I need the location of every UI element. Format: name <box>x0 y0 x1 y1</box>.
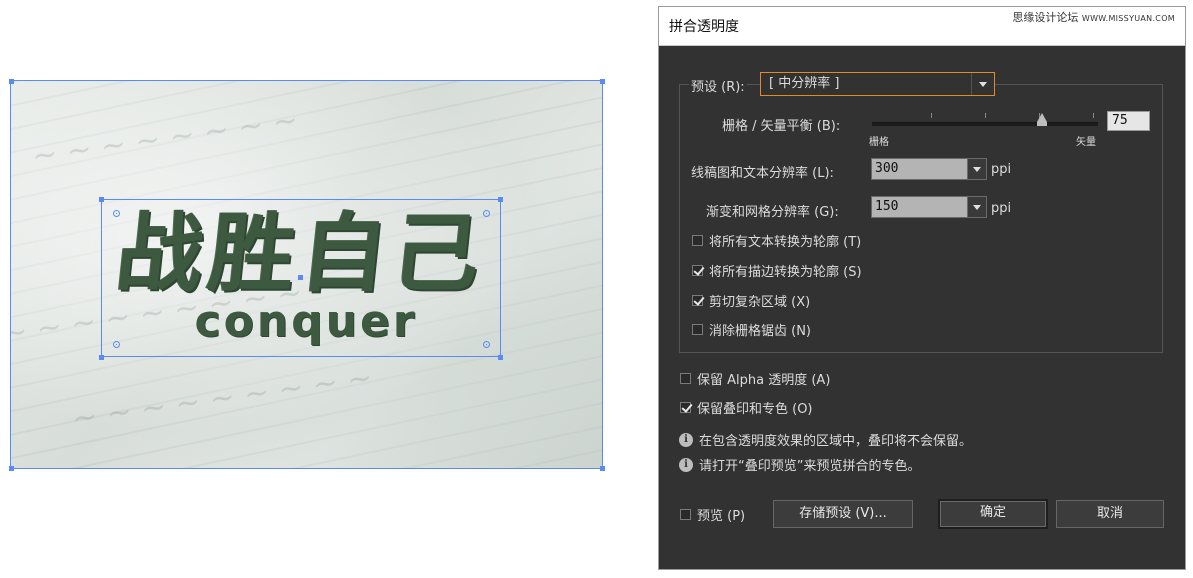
corner-widget-icon[interactable] <box>483 341 490 348</box>
corner-widget-icon[interactable] <box>483 210 490 217</box>
artboard-handle[interactable] <box>9 79 14 84</box>
preset-label: 预设 (R): <box>689 76 747 95</box>
selection-handle[interactable] <box>498 197 503 202</box>
artboard-handle[interactable] <box>600 466 605 471</box>
preset-value: [ 中分辨率 ] <box>769 76 840 91</box>
slider-tick <box>931 113 932 118</box>
preview-toggle[interactable]: 预览 (P) <box>680 505 746 524</box>
option-convert-strokes-outlines[interactable]: 将所有描边转换为轮廓 (S) <box>692 261 862 280</box>
info-row: i 请打开“叠印预览”来预览拼合的专色。 <box>679 455 920 474</box>
checkbox[interactable] <box>692 234 703 246</box>
save-preset-button[interactable]: 存储预设 (V)... <box>773 500 913 528</box>
line-art-res-label: 线稿图和文本分辨率 (L): <box>691 166 834 181</box>
checkbox[interactable] <box>692 294 703 306</box>
chevron-down-icon <box>979 82 987 87</box>
artboard-handle[interactable] <box>600 79 605 84</box>
watermark-en: WWW.MISSYUAN.COM <box>1081 14 1175 23</box>
line-art-res-unit: ppi <box>991 162 1012 177</box>
line-art-res-value: 300 <box>875 161 899 176</box>
ok-button[interactable]: 确定 <box>938 499 1048 529</box>
info-icon: i <box>679 457 693 472</box>
preset-dropdown[interactable] <box>971 73 994 95</box>
checkbox-label: 将所有描边转换为轮廓 (S) <box>709 264 862 280</box>
selection-handle[interactable] <box>99 355 104 360</box>
gradient-res-label: 渐变和网格分辨率 (G): <box>706 205 839 220</box>
corner-widget-icon[interactable] <box>113 341 120 348</box>
option-convert-text-outlines[interactable]: 将所有文本转换为轮廓 (T) <box>692 231 862 250</box>
checkbox[interactable] <box>692 323 703 335</box>
checkbox-label: 消除栅格锯齿 (N) <box>709 323 812 339</box>
info-text: 请打开“叠印预览”来预览拼合的专色。 <box>699 459 921 474</box>
balance-slider-handle-base[interactable] <box>1036 122 1047 126</box>
option-preserve-overprint[interactable]: 保留叠印和专色 (O) <box>680 398 813 417</box>
selection-center-point[interactable] <box>298 275 303 280</box>
watermark: 思缘设计论坛 WWW.MISSYUAN.COM <box>1012 9 1175 25</box>
slider-tick <box>985 113 986 118</box>
option-antialias-rasters[interactable]: 消除栅格锯齿 (N) <box>692 320 812 339</box>
balance-label: 栅格 / 矢量平衡 (B): <box>722 119 841 134</box>
checkbox[interactable] <box>680 508 691 520</box>
gradient-res-combo[interactable]: 150 <box>871 196 987 218</box>
selection-handle[interactable] <box>498 355 503 360</box>
checkbox[interactable] <box>692 264 703 276</box>
chevron-down-icon <box>973 205 981 210</box>
info-icon: i <box>679 432 693 447</box>
chevron-down-icon <box>973 167 981 172</box>
checkbox-label: 将所有文本转换为轮廓 (T) <box>709 234 862 250</box>
balance-value-input[interactable]: 75 <box>1107 111 1150 131</box>
gradient-res-dropdown[interactable] <box>967 196 987 218</box>
info-text: 在包含透明度效果的区域中，叠印将不会保留。 <box>699 434 973 449</box>
background-texture-text: ~ ~ ~ ~ ~ ~ ~ ~ <box>29 102 300 175</box>
checkbox-label: 预览 (P) <box>697 508 746 524</box>
cancel-button[interactable]: 取消 <box>1056 500 1164 528</box>
balance-slider-handle[interactable] <box>1036 113 1047 122</box>
watermark-cn: 思缘设计论坛 <box>1012 11 1079 24</box>
balance-left-label: 栅格 <box>869 137 889 148</box>
checkbox[interactable] <box>680 401 691 413</box>
line-art-res-dropdown[interactable] <box>967 158 987 180</box>
slider-tick <box>1093 113 1094 118</box>
checkbox-label: 保留 Alpha 透明度 (A) <box>697 372 831 388</box>
line-art-res-combo[interactable]: 300 <box>871 158 987 180</box>
checkbox-label: 保留叠印和专色 (O) <box>697 401 813 417</box>
corner-widget-icon[interactable] <box>113 210 120 217</box>
gradient-res-value: 150 <box>875 199 899 214</box>
gradient-res-unit: ppi <box>991 201 1012 216</box>
flatten-transparency-dialog: 拼合透明度 思缘设计论坛 WWW.MISSYUAN.COM 预设 (R): [ … <box>659 7 1185 569</box>
info-row: i 在包含透明度效果的区域中，叠印将不会保留。 <box>679 430 972 449</box>
balance-slider[interactable] <box>872 122 1098 126</box>
option-clip-complex-regions[interactable]: 剪切复杂区域 (X) <box>692 291 811 310</box>
background-texture-text: ~ ~ ~ ~ ~ ~ ~ ~ ~ <box>70 360 375 437</box>
dialog-title: 拼合透明度 <box>669 19 739 35</box>
artboard-handle[interactable] <box>9 466 14 471</box>
balance-right-label: 矢量 <box>1076 137 1096 148</box>
checkbox-label: 剪切复杂区域 (X) <box>709 294 811 310</box>
selection-handle[interactable] <box>99 197 104 202</box>
preset-select[interactable]: [ 中分辨率 ] <box>760 72 995 96</box>
option-preserve-alpha[interactable]: 保留 Alpha 透明度 (A) <box>680 369 831 388</box>
checkbox[interactable] <box>680 372 691 384</box>
